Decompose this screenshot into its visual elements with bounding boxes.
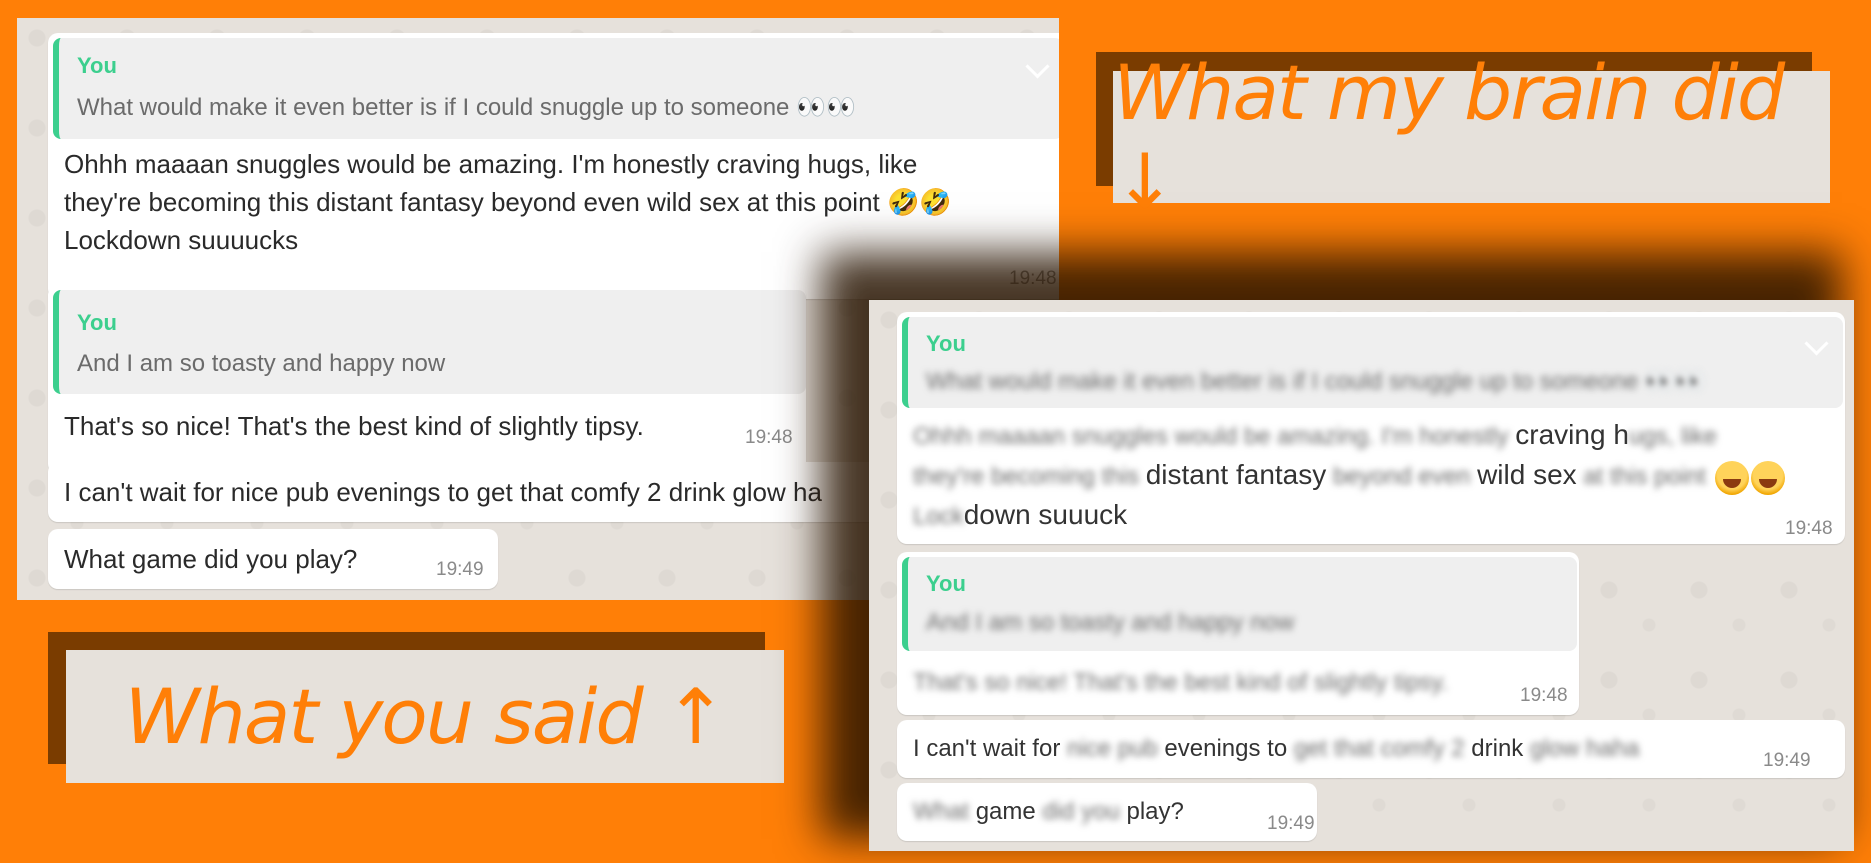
message-time: 19:49 xyxy=(436,559,484,580)
label-text: What you said ↑ xyxy=(124,672,727,761)
message-text: What game did you play? xyxy=(64,544,358,574)
blurred-text: nice pub xyxy=(1066,735,1158,762)
clear-text: craving h xyxy=(1515,419,1629,450)
message-time: 19:48 xyxy=(1520,685,1568,706)
blurred-text: beyond even xyxy=(1332,463,1471,490)
quote-author: You xyxy=(926,331,966,356)
message-text: Ohhh maaaan snuggles would be amazing. I… xyxy=(913,416,1785,536)
message-line: Ohhh maaaan snuggles would be amazing. I… xyxy=(64,149,918,179)
blurred-text: glow haha xyxy=(1529,735,1640,762)
blurred-text: they're becoming this xyxy=(913,463,1140,490)
message-bubble-reply-tipsy[interactable]: You And I am so toasty and happy now Tha… xyxy=(48,285,806,474)
quoted-message[interactable]: You And I am so toasty and happy now xyxy=(53,290,806,394)
message-line: Lockdown suuuck xyxy=(913,496,1785,536)
message-line: Ohhh maaaan snuggles would be amazing. I… xyxy=(913,416,1785,456)
message-bubble-reply-tipsy[interactable]: You And I am so toasty and happy now Tha… xyxy=(897,552,1579,715)
message-time: 19:49 xyxy=(1763,750,1811,771)
clear-text: distant fantasy xyxy=(1145,459,1327,490)
chevron-down-icon[interactable] xyxy=(1804,331,1829,356)
quote-author: You xyxy=(77,310,117,335)
message-text: Ohhh maaaan snuggles would be amazing. I… xyxy=(64,145,952,259)
message-bubble-pub[interactable]: I can't wait for nice pub evenings to ge… xyxy=(897,720,1845,778)
quote-author: You xyxy=(77,53,117,78)
message-text: I can't wait for nice pub evenings to ge… xyxy=(913,730,1639,768)
chevron-down-icon[interactable] xyxy=(1025,54,1050,79)
quote-text: And I am so toasty and happy now xyxy=(926,609,1295,636)
rofl-emoji-icon xyxy=(1750,460,1785,495)
message-bubble-reply-snuggles[interactable]: You What would make it even better is if… xyxy=(897,312,1845,544)
right-chat-screenshot-blurred: You What would make it even better is if… xyxy=(869,300,1854,851)
label-text: What my brain did ↓ xyxy=(1113,48,1785,226)
quote-text: What would make it even better is if I c… xyxy=(926,368,1705,395)
quote-text: What would make it even better is if I c… xyxy=(77,94,856,121)
message-text: That's so nice! That's the best kind of … xyxy=(913,669,1449,696)
message-bubble-reply-snuggles[interactable]: You What would make it even better is if… xyxy=(48,33,1059,299)
message-text: I can't wait for nice pub evenings to ge… xyxy=(64,477,822,507)
blurred-text: did you xyxy=(1042,798,1120,825)
clear-text: game xyxy=(975,798,1036,825)
message-time: 19:48 xyxy=(1009,268,1057,289)
message-text: That's so nice! That's the best kind of … xyxy=(64,411,644,441)
quote-text: And I am so toasty and happy now xyxy=(77,350,446,377)
rofl-emoji-icon xyxy=(1714,460,1749,495)
message-line: they're becoming this distant fantasy be… xyxy=(64,187,952,217)
label-what-my-brain-did: What my brain did ↓ xyxy=(1113,48,1830,226)
clear-text: down suuuck xyxy=(963,499,1128,530)
message-bubble-game[interactable]: What game did you play? 19:49 xyxy=(48,529,498,589)
message-bubble-game[interactable]: What game did you play? 19:49 xyxy=(897,783,1317,841)
message-text: What game did you play? xyxy=(913,793,1184,831)
clear-text: I can't wait for xyxy=(913,735,1061,762)
message-line: Lockdown suuuucks xyxy=(64,225,299,255)
blurred-text: Ohhh maaaan snuggles would be amazing. I… xyxy=(913,423,1509,450)
quoted-message[interactable]: You And I am so toasty and happy now xyxy=(902,557,1577,651)
blurred-text: What xyxy=(913,798,970,825)
clear-text: play? xyxy=(1126,798,1184,825)
message-line: they're becoming this distant fantasy be… xyxy=(913,456,1785,496)
message-time: 19:48 xyxy=(1785,518,1833,539)
quote-author: You xyxy=(926,571,966,596)
blurred-text: Lock xyxy=(913,503,964,530)
quoted-message[interactable]: You What would make it even better is if… xyxy=(902,317,1843,408)
blurred-text: get that comfy 2 xyxy=(1293,735,1465,762)
quoted-message[interactable]: You What would make it even better is if… xyxy=(53,38,1059,139)
clear-text: wild sex xyxy=(1477,459,1577,490)
blurred-text: ugs, like xyxy=(1628,423,1717,450)
message-time: 19:48 xyxy=(745,427,793,448)
label-what-you-said: What you said ↑ xyxy=(66,650,784,783)
clear-text: evenings to xyxy=(1164,735,1288,762)
message-time: 19:49 xyxy=(1267,813,1315,834)
clear-text: drink xyxy=(1471,735,1524,762)
blurred-text: at this point xyxy=(1583,463,1707,490)
